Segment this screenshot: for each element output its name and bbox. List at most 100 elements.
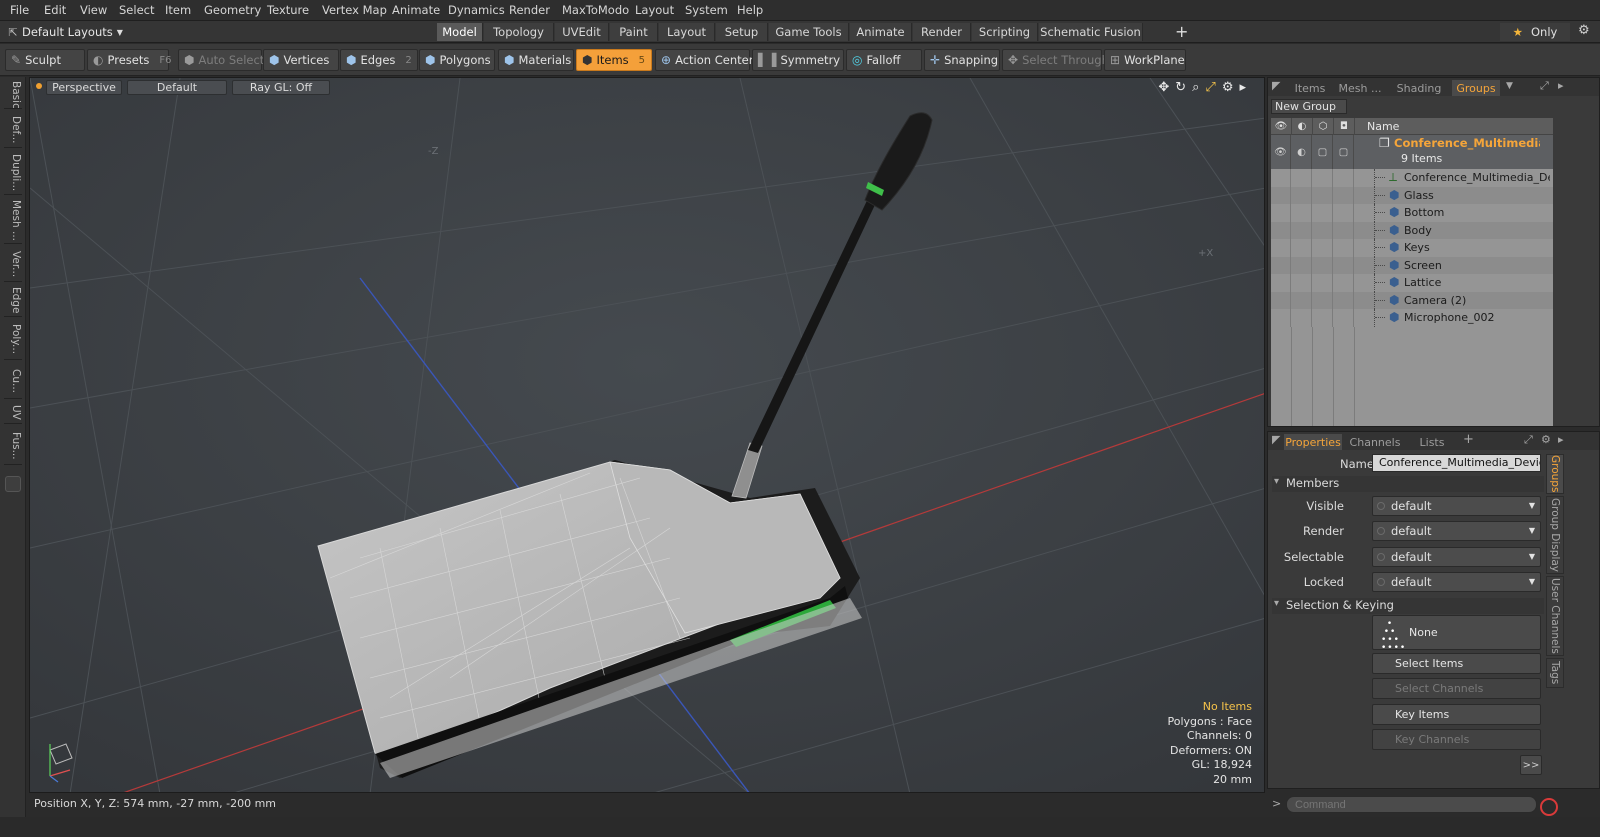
menu-render[interactable]: Render	[509, 3, 550, 17]
tab-paint[interactable]: Paint	[610, 23, 658, 41]
raygl-toggle[interactable]: Ray GL: Off	[232, 80, 330, 95]
add-tab-plus-icon[interactable]: +	[1463, 432, 1474, 447]
panel-arrow-icon[interactable]: ▸	[1558, 79, 1564, 92]
tab-items[interactable]: Items	[1286, 80, 1334, 96]
selection-mode-button[interactable]: • •• ••• •••• None	[1372, 615, 1541, 653]
group-item-row[interactable]: ⬢ Microphone_002	[1271, 309, 1553, 327]
eye-icon[interactable]: 👁	[1271, 135, 1291, 169]
tabs-dropdown-icon[interactable]: ▼	[1506, 81, 1513, 91]
select-toggle-icon[interactable]: ▢	[1313, 135, 1333, 169]
menu-file[interactable]: File	[10, 3, 29, 17]
sidetab-tags[interactable]: Tags	[1546, 658, 1564, 688]
lefttab-polygon[interactable]: Poly...	[4, 320, 22, 360]
lefttab-deform[interactable]: Def...	[4, 112, 22, 148]
group-item-row[interactable]: ⬢ Keys	[1271, 239, 1553, 257]
menu-vertex-map[interactable]: Vertex Map	[322, 3, 387, 17]
projection-dropdown[interactable]: Perspective	[46, 80, 122, 95]
menu-item[interactable]: Item	[165, 3, 191, 17]
tab-schematic-fusion[interactable]: Schematic Fusion	[1039, 23, 1143, 41]
select-items-button[interactable]: Select Items	[1372, 653, 1541, 674]
panel-settings-icon[interactable]: ⚙	[1541, 433, 1551, 446]
only-toggle[interactable]: ★ Only	[1500, 23, 1570, 41]
menu-system[interactable]: System	[685, 3, 728, 17]
menu-layout[interactable]: Layout	[635, 3, 674, 17]
items-button[interactable]: ⬢ Items 5	[576, 49, 652, 71]
viewport-more-icon[interactable]: ▸	[1239, 80, 1246, 95]
maximize-icon[interactable]: ⤢	[1524, 433, 1533, 447]
render-select[interactable]: default ▼	[1372, 521, 1541, 541]
menu-texture[interactable]: Texture	[267, 3, 309, 17]
lefttab-edge[interactable]: Edge	[4, 285, 22, 317]
shading-dropdown[interactable]: Default	[127, 80, 227, 95]
menu-maxtomodo[interactable]: MaxToModo	[562, 3, 629, 17]
lefttab-uv[interactable]: UV	[4, 402, 22, 424]
key-items-button[interactable]: Key Items	[1372, 704, 1541, 725]
select-through-button[interactable]: ✥ Select Through	[1002, 49, 1109, 71]
workplane-button[interactable]: ⊞ WorkPlane	[1104, 49, 1186, 71]
select-channels-button[interactable]: Select Channels	[1372, 678, 1541, 699]
tab-groups[interactable]: Groups	[1452, 80, 1500, 96]
tab-setup[interactable]: Setup	[716, 23, 768, 41]
falloff-button[interactable]: ◎ Falloff	[846, 49, 922, 71]
command-input[interactable]	[1286, 796, 1537, 813]
menu-view[interactable]: View	[80, 3, 107, 17]
tab-lists[interactable]: Lists	[1408, 434, 1456, 450]
locked-select[interactable]: default ▼	[1372, 572, 1541, 592]
name-column-header[interactable]: Name	[1367, 120, 1399, 133]
tab-model[interactable]: Model	[437, 23, 483, 41]
menu-help[interactable]: Help	[737, 3, 763, 17]
menu-edit[interactable]: Edit	[44, 3, 66, 17]
tab-properties[interactable]: Properties	[1284, 434, 1342, 450]
tab-channels[interactable]: Channels	[1348, 434, 1402, 450]
tab-render[interactable]: Render	[913, 23, 971, 41]
tab-topology[interactable]: Topology	[484, 23, 554, 41]
lock-toggle-icon[interactable]: ▢	[1334, 135, 1354, 169]
add-tab-plus-icon[interactable]: +	[1175, 22, 1188, 41]
scene-canvas[interactable]	[30, 78, 1265, 793]
record-icon[interactable]	[1540, 798, 1558, 816]
group-item-row[interactable]: ⬢ Lattice	[1271, 274, 1553, 292]
render-column-icon[interactable]: ◐	[1292, 118, 1313, 135]
key-channels-button[interactable]: Key Channels	[1372, 729, 1541, 750]
presets-button[interactable]: ◐ Presets F6	[87, 49, 171, 71]
tab-scripting[interactable]: Scripting	[972, 23, 1038, 41]
tab-mesh[interactable]: Mesh ...	[1336, 80, 1384, 96]
lefttab-curve[interactable]: Cu...	[4, 363, 22, 399]
tab-game-tools[interactable]: Game Tools	[769, 23, 849, 41]
snapping-button[interactable]: ✛ Snapping	[924, 49, 1000, 71]
selectable-select[interactable]: default ▼	[1372, 547, 1541, 567]
group-root-row[interactable]: 👁 ◐ ▢ ▢ ❐ Conference_Multimedia_ ... 9 I…	[1271, 135, 1553, 169]
panel-menu-icon[interactable]: ◤	[1272, 79, 1280, 92]
new-group-button[interactable]: New Group	[1271, 99, 1347, 114]
sidetab-group-display[interactable]: Group Display	[1546, 496, 1564, 574]
group-item-row[interactable]: ⬢ Body	[1271, 221, 1553, 239]
visible-select[interactable]: default ▼	[1372, 496, 1541, 516]
lefttab-vertex[interactable]: Ver...	[4, 247, 22, 282]
viewport-settings-icon[interactable]: ⚙	[1222, 80, 1234, 95]
sidetab-user-channels[interactable]: User Channels	[1546, 576, 1564, 656]
menu-geometry[interactable]: Geometry	[204, 3, 261, 17]
lefttab-duplicate[interactable]: Dupli...	[4, 151, 22, 195]
polygons-button[interactable]: ⬢ Polygons	[419, 49, 495, 71]
menu-animate[interactable]: Animate	[392, 3, 440, 17]
edges-button[interactable]: ⬢ Edges 2	[340, 49, 418, 71]
layouts-dropdown[interactable]: ⇱ Default Layouts ▼	[4, 23, 164, 41]
tab-shading[interactable]: Shading	[1388, 80, 1450, 96]
more-button[interactable]: >>	[1520, 755, 1542, 775]
name-field[interactable]: Conference_Multimedia_Device_v	[1372, 454, 1541, 472]
symmetry-button[interactable]: ▌▐ Symmetry	[752, 49, 844, 71]
vertices-button[interactable]: ⬢ Vertices 1	[263, 49, 346, 71]
action-center-button[interactable]: ⊕ Action Center	[655, 49, 753, 71]
expand-toolbox-button[interactable]	[5, 476, 21, 492]
viewport-menu-dot[interactable]	[36, 83, 42, 89]
groups-scrollbar[interactable]	[1555, 118, 1598, 426]
selection-keying-section[interactable]: Selection & Keying	[1272, 598, 1544, 614]
auto-select-button[interactable]: ⬢ Auto Select	[178, 49, 264, 71]
tab-layout[interactable]: Layout	[659, 23, 715, 41]
zoom-icon[interactable]: ⌕	[1192, 80, 1199, 95]
gear-icon[interactable]: ⚙	[1578, 23, 1590, 38]
tab-uvedit[interactable]: UVEdit	[555, 23, 609, 41]
group-item-row[interactable]: ⬢ Glass	[1271, 186, 1553, 204]
lock-column-icon[interactable]: ◘	[1334, 118, 1355, 135]
fit-icon[interactable]: ⤢	[1205, 80, 1215, 95]
